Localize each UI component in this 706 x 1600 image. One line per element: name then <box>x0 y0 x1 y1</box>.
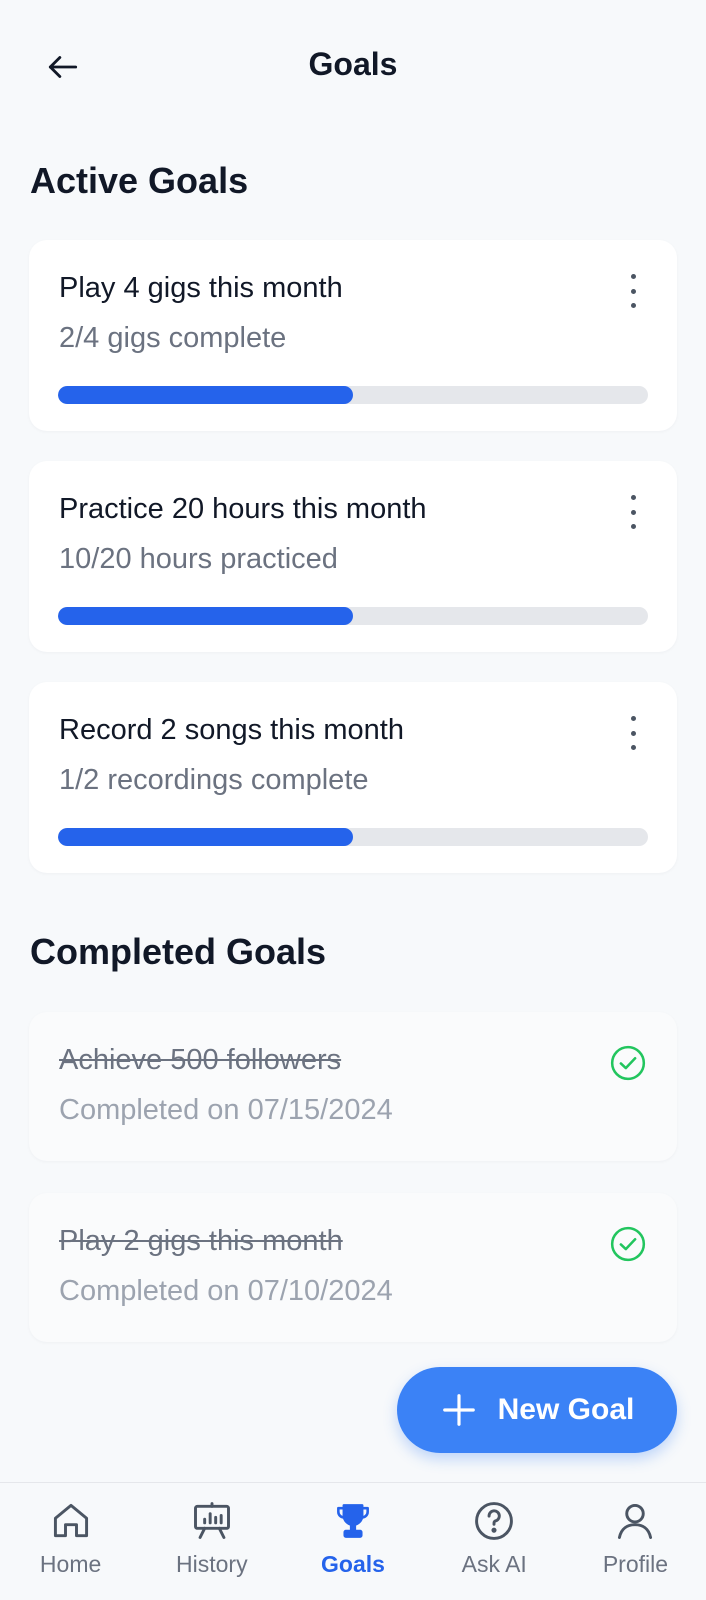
nav-label: Goals <box>321 1551 385 1577</box>
goal-progress-text: 1/2 recordings complete <box>59 764 369 796</box>
progress-fill <box>58 607 353 625</box>
more-options-button[interactable] <box>623 716 643 750</box>
active-goal-card[interactable]: Practice 20 hours this month 10/20 hours… <box>29 461 677 652</box>
nav-label: History <box>176 1551 248 1577</box>
active-goals-heading: Active Goals <box>30 160 249 201</box>
check-circle-icon <box>610 1226 646 1262</box>
progress-bar <box>58 607 648 625</box>
home-icon <box>53 1503 88 1538</box>
active-goal-card[interactable]: Record 2 songs this month 1/2 recordings… <box>29 682 677 873</box>
new-goal-button[interactable]: New Goal <box>397 1367 677 1453</box>
goal-title: Play 2 gigs this month <box>59 1225 343 1257</box>
top-app-bar: Goals <box>0 0 706 130</box>
active-goal-card[interactable]: Play 4 gigs this month 2/4 gigs complete <box>29 240 677 431</box>
completion-date: Completed on 07/10/2024 <box>59 1275 393 1307</box>
progress-fill <box>58 386 353 404</box>
plus-icon <box>442 1394 475 1426</box>
goal-title: Achieve 500 followers <box>59 1044 342 1076</box>
chart-board-icon <box>193 1502 230 1539</box>
nav-item-home[interactable]: Home <box>0 1483 141 1600</box>
user-icon <box>618 1503 653 1539</box>
goal-progress-text: 10/20 hours practiced <box>59 543 338 575</box>
goal-title: Practice 20 hours this month <box>59 493 427 525</box>
nav-item-history[interactable]: History <box>141 1483 282 1600</box>
completed-goals-heading: Completed Goals <box>30 931 327 972</box>
goal-progress-text: 2/4 gigs complete <box>59 322 287 354</box>
nav-item-goals[interactable]: Goals <box>282 1483 423 1600</box>
bottom-navigation: Home History Goals Ask AI Profile <box>0 1482 706 1600</box>
nav-label: Ask AI <box>461 1551 527 1577</box>
new-goal-label: New Goal <box>497 1393 635 1426</box>
goal-title: Play 4 gigs this month <box>59 272 343 304</box>
goals-screen: Goals Active Goals Play 4 gigs this mont… <box>0 0 706 1600</box>
more-options-button[interactable] <box>623 274 643 308</box>
nav-label: Home <box>39 1551 102 1577</box>
nav-label: Profile <box>602 1551 669 1577</box>
question-circle-icon <box>475 1502 514 1540</box>
nav-item-ask-ai[interactable]: Ask AI <box>424 1483 565 1600</box>
completed-goal-card[interactable]: Achieve 500 followers Completed on 07/15… <box>29 1012 677 1161</box>
progress-bar <box>58 828 648 846</box>
completed-goal-card[interactable]: Play 2 gigs this month Completed on 07/1… <box>29 1193 677 1342</box>
progress-bar <box>58 386 648 404</box>
trophy-icon <box>337 1504 369 1538</box>
progress-fill <box>58 828 353 846</box>
completion-date: Completed on 07/15/2024 <box>59 1094 393 1126</box>
nav-item-profile[interactable]: Profile <box>565 1483 706 1600</box>
more-options-button[interactable] <box>623 495 643 529</box>
page-title: Goals <box>308 46 398 82</box>
goal-title: Record 2 songs this month <box>59 714 404 746</box>
check-circle-icon <box>610 1045 646 1081</box>
